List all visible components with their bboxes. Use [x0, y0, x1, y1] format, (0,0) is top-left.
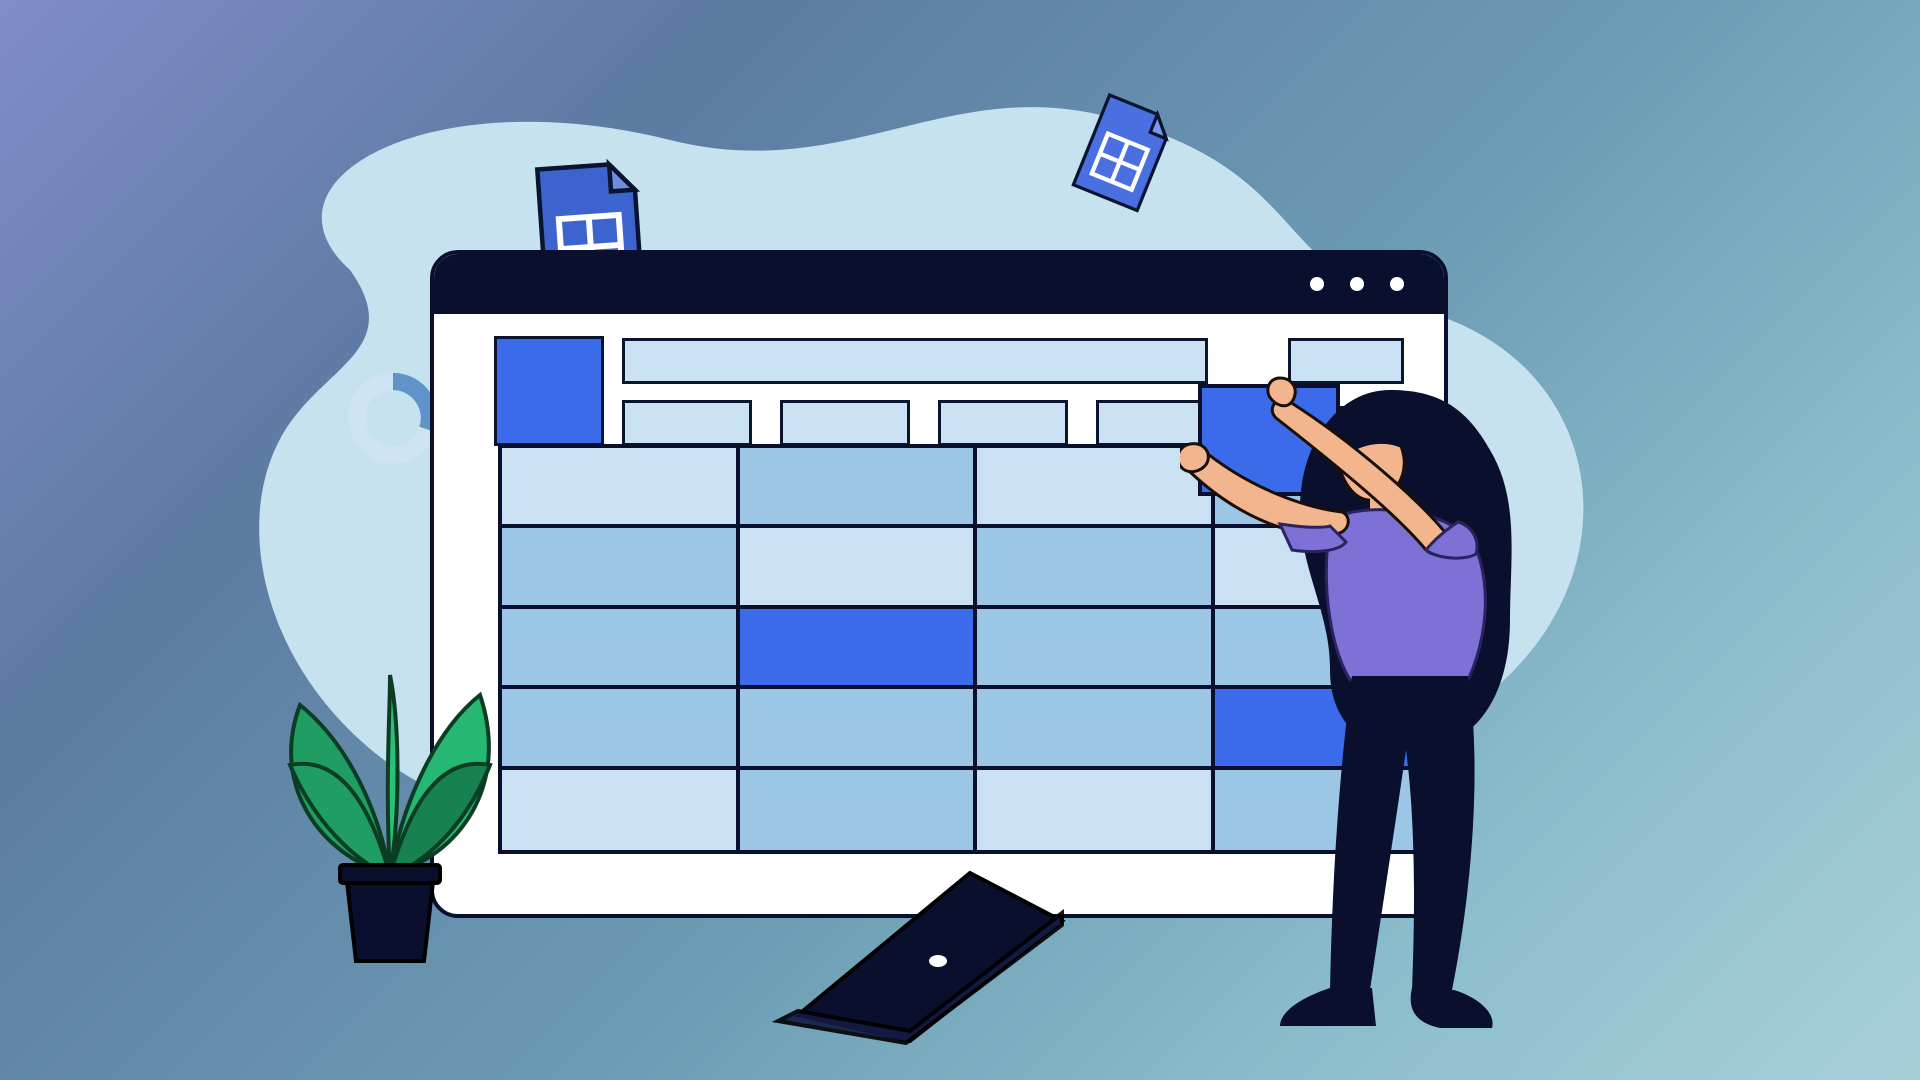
spreadsheet-cell[interactable] [502, 448, 740, 528]
donut-chart-icon [345, 370, 441, 466]
spreadsheet-cell[interactable] [502, 689, 740, 769]
toolbar-pill[interactable] [780, 400, 910, 446]
spreadsheet-cell[interactable] [977, 609, 1215, 689]
spreadsheet-cell[interactable] [502, 770, 740, 850]
illustration-scene [0, 0, 1920, 1080]
spreadsheet-cell[interactable] [977, 770, 1215, 850]
toolbar-pill[interactable] [622, 400, 752, 446]
spreadsheet-cell[interactable] [740, 448, 978, 528]
spreadsheet-cell[interactable] [1215, 770, 1449, 850]
spreadsheet-cell[interactable] [740, 609, 978, 689]
spreadsheet-cell[interactable] [502, 609, 740, 689]
spreadsheet-cell[interactable] [1215, 609, 1449, 689]
formula-bar[interactable] [622, 338, 1208, 384]
toolbar-chip[interactable] [1288, 338, 1404, 384]
window-titlebar [434, 254, 1444, 314]
spreadsheet-window [430, 250, 1448, 918]
window-control-dot[interactable] [1310, 277, 1324, 291]
toolbar-pill[interactable] [938, 400, 1068, 446]
spreadsheet-cell[interactable] [1215, 689, 1449, 769]
spreadsheet-cell[interactable] [977, 689, 1215, 769]
spreadsheet-cell[interactable] [502, 528, 740, 608]
toolbar-pill-row [622, 400, 1226, 446]
spreadsheet-cell[interactable] [740, 528, 978, 608]
spreadsheet-cell[interactable] [977, 448, 1215, 528]
spreadsheet-grid[interactable] [498, 444, 1448, 854]
window-control-dot[interactable] [1350, 277, 1364, 291]
app-logo-tile[interactable] [494, 336, 604, 446]
spreadsheet-cell[interactable] [740, 689, 978, 769]
window-control-dot[interactable] [1390, 277, 1404, 291]
spreadsheet-cell[interactable] [1215, 528, 1449, 608]
dragged-cell-tile[interactable] [1198, 384, 1340, 496]
spreadsheet-cell[interactable] [740, 770, 978, 850]
spreadsheet-cell[interactable] [977, 528, 1215, 608]
